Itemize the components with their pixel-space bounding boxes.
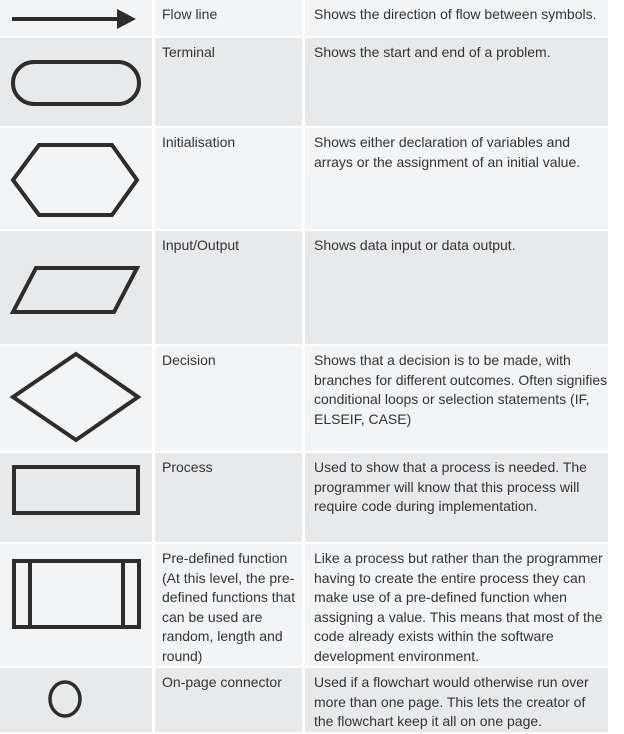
table-row: On-page connector Used if a flowchart wo…: [0, 668, 608, 732]
parallelogram-icon: [9, 266, 141, 314]
symbol-description: Shows that a decision is to be made, wit…: [305, 346, 608, 451]
rectangle-icon: [12, 465, 140, 515]
symbol-name: Terminal: [155, 38, 302, 126]
table-row: Flow line Shows the direction of flow be…: [0, 0, 608, 36]
symbol-name: Initialisation: [155, 128, 302, 229]
flowchart-symbols-table: Flow line Shows the direction of flow be…: [0, 0, 611, 734]
symbol-description: Used if a flowchart would otherwise run …: [305, 668, 608, 732]
terminal-icon: [11, 60, 141, 106]
diamond-icon: [9, 351, 142, 443]
table-row: Terminal Shows the start and end of a pr…: [0, 38, 608, 126]
symbol-name: On-page connector: [155, 668, 302, 732]
symbol-name: Flow line: [155, 0, 302, 36]
symbol-description: Like a process but rather than the progr…: [305, 544, 608, 666]
table-row: Initialisation Shows either declaration …: [0, 128, 608, 229]
symbol-name: Pre-defined function (At this level, the…: [155, 544, 302, 666]
circle-icon: [48, 680, 82, 718]
symbol-name: Process: [155, 453, 302, 542]
table-row: Pre-defined function (At this level, the…: [0, 544, 608, 666]
symbol-name: Decision: [155, 346, 302, 451]
symbol-description: Shows data input or data output.: [305, 231, 608, 344]
symbol-name: Input/Output: [155, 231, 302, 344]
symbol-description: Shows the start and end of a problem.: [305, 38, 608, 126]
arrow-icon: [12, 9, 136, 29]
symbol-description: Used to show that a process is needed. T…: [305, 453, 608, 542]
table-row: Decision Shows that a decision is to be …: [0, 346, 608, 451]
hexagon-icon: [10, 143, 140, 217]
symbol-description: Shows the direction of flow between symb…: [305, 0, 608, 36]
table-row: Input/Output Shows data input or data ou…: [0, 231, 608, 344]
predefined-process-icon: [12, 559, 141, 629]
symbol-description: Shows either declaration of variables an…: [305, 128, 608, 229]
table-row: Process Used to show that a process is n…: [0, 453, 608, 542]
